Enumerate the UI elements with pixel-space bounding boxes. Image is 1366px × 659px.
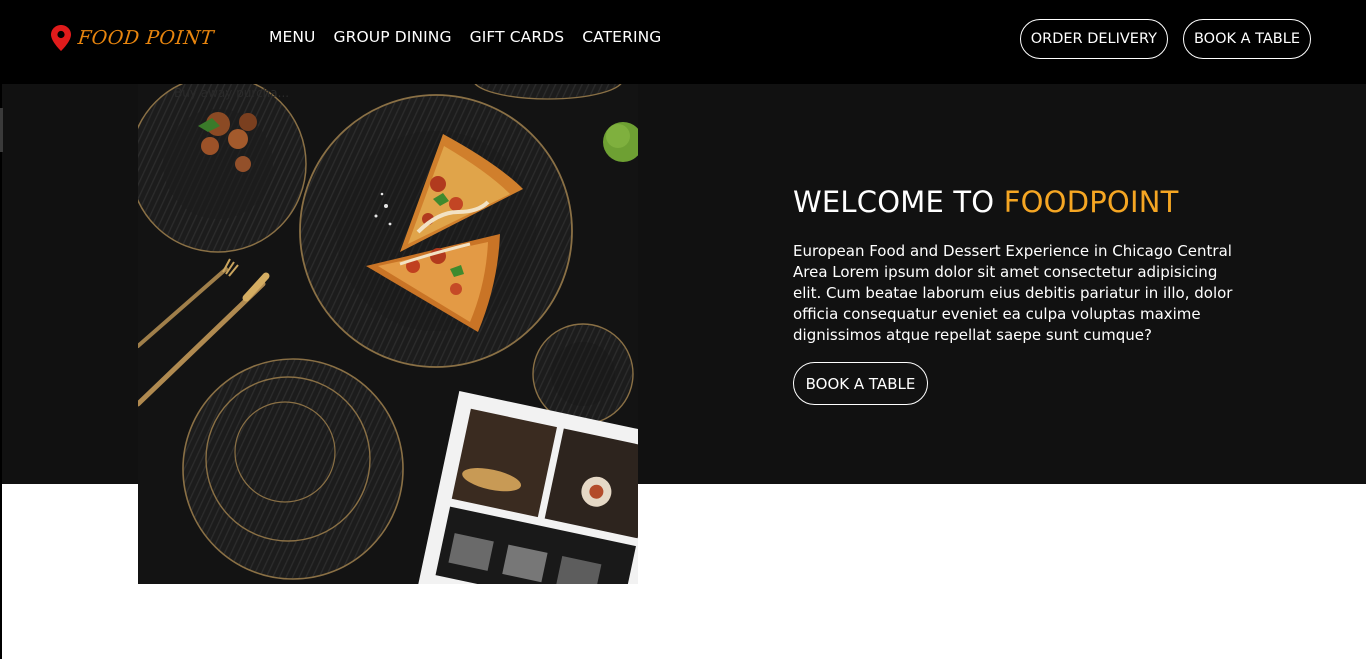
page-left-edge	[0, 84, 2, 659]
brand-logo[interactable]: FOOD POINT	[51, 25, 215, 51]
nav-link-gift-cards[interactable]: GIFT CARDS	[470, 28, 565, 46]
food-illustration	[138, 84, 638, 584]
order-delivery-button[interactable]: ORDER DELIVERY	[1019, 19, 1168, 59]
nav-link-group-dining[interactable]: GROUP DINING	[334, 28, 452, 46]
main-nav: MENU GROUP DINING GIFT CARDS CATERING	[269, 28, 661, 46]
nav-link-catering[interactable]: CATERING	[582, 28, 661, 46]
book-table-nav-button[interactable]: BOOK A TABLE	[1182, 19, 1311, 59]
brand-name: FOOD POINT	[76, 27, 215, 49]
map-pin-icon	[51, 25, 71, 51]
welcome-title-prefix: WELCOME TO	[793, 185, 1004, 219]
hero-food-image: Buy away purcha...	[138, 84, 638, 584]
welcome-description: European Food and Dessert Experience in …	[793, 242, 1233, 344]
welcome-block: WELCOME TO FOODPOINT European Food and D…	[793, 185, 1243, 405]
book-table-button[interactable]: BOOK A TABLE	[793, 362, 928, 405]
welcome-title: WELCOME TO FOODPOINT	[793, 185, 1243, 219]
welcome-title-accent: FOODPOINT	[1003, 185, 1179, 219]
side-marker	[0, 108, 3, 152]
top-navbar: FOOD POINT MENU GROUP DINING GIFT CARDS …	[0, 0, 1366, 84]
nav-link-menu[interactable]: MENU	[269, 28, 316, 46]
nav-actions: ORDER DELIVERY BOOK A TABLE	[1019, 19, 1311, 59]
image-caption: Buy away purcha...	[174, 86, 290, 100]
